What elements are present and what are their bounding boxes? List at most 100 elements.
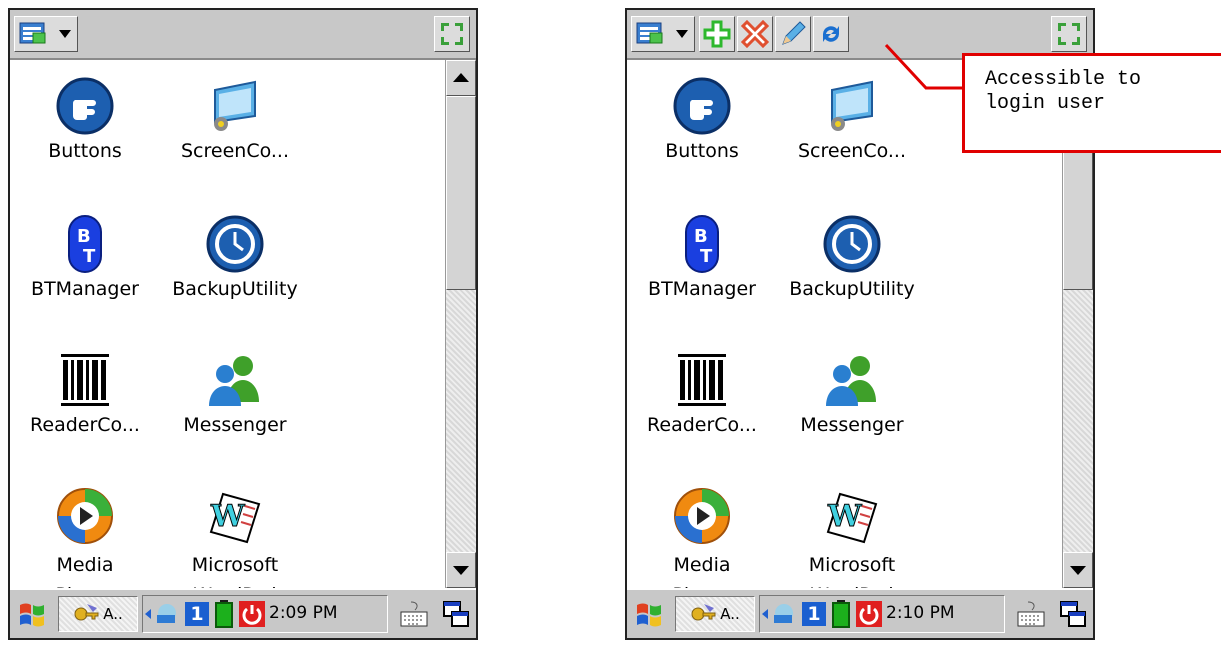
app-label: Buttons: [48, 140, 122, 162]
app-reader-config[interactable]: ReaderCo...: [10, 350, 160, 436]
app-media-player[interactable]: Media Player: [627, 486, 777, 588]
app-wordpad[interactable]: W Microsoft WordPad: [160, 486, 310, 588]
switch-windows-button[interactable]: [438, 596, 474, 632]
start-button[interactable]: [629, 596, 669, 632]
wordpad-icon: W: [822, 486, 882, 546]
start-button[interactable]: [12, 596, 52, 632]
users-icon: [205, 350, 265, 410]
pointing-hand-icon: [672, 76, 732, 136]
maximize-button[interactable]: [1051, 16, 1087, 52]
key-icon: [691, 604, 716, 621]
svg-text:T: T: [700, 246, 713, 267]
app-reader-config[interactable]: ReaderCo...: [627, 350, 777, 436]
network-icon[interactable]: [760, 601, 800, 627]
network-icon[interactable]: [143, 601, 183, 627]
maximize-button[interactable]: [434, 16, 470, 52]
app-label: BackupUtility: [789, 278, 915, 300]
app-btmanager[interactable]: BT BTManager: [627, 214, 777, 300]
list-view-icon: [636, 22, 663, 44]
app-label: Messenger: [800, 414, 904, 436]
app-label: BTManager: [648, 278, 756, 300]
app-label: Microsoft WordPad: [808, 554, 896, 588]
keyboard-icon: [400, 601, 428, 627]
callout-note: Accessible to login user: [962, 53, 1221, 153]
refresh-arrows-icon: [823, 26, 839, 42]
app-backup-utility[interactable]: BackupUtility: [777, 214, 927, 300]
app-label: Media Player: [672, 554, 731, 588]
keyboard-button[interactable]: [1013, 596, 1049, 632]
app-label: ScreenCo...: [181, 140, 289, 162]
input-number-badge[interactable]: 1: [802, 602, 826, 626]
taskbar: A.. 1 2:09 PM: [10, 588, 476, 638]
app-label: Microsoft WordPad: [191, 554, 279, 588]
svg-text:B: B: [694, 226, 708, 247]
pencil-icon: [782, 21, 806, 45]
app-label: BackupUtility: [172, 278, 298, 300]
app-backup-utility[interactable]: BackupUtility: [160, 214, 310, 300]
app-messenger[interactable]: Messenger: [160, 350, 310, 436]
switch-windows-button[interactable]: [1055, 596, 1091, 632]
app-screen-control[interactable]: ScreenCo...: [777, 76, 927, 162]
svg-text:T: T: [83, 246, 96, 267]
users-icon: [822, 350, 882, 410]
app-media-player[interactable]: Media Player: [10, 486, 160, 588]
refresh-button[interactable]: [813, 16, 849, 52]
add-button[interactable]: [699, 16, 735, 52]
app-buttons[interactable]: Buttons: [10, 76, 160, 162]
clock[interactable]: 2:10 PM: [886, 603, 955, 623]
monitor-icon: [205, 76, 265, 136]
app-label: Messenger: [183, 414, 287, 436]
vertical-scrollbar[interactable]: [445, 60, 476, 588]
clock[interactable]: 2:09 PM: [269, 603, 338, 623]
view-menu-button[interactable]: [14, 16, 78, 52]
power-icon[interactable]: [856, 601, 882, 627]
keyboard-icon: [1017, 601, 1045, 627]
power-icon[interactable]: [239, 601, 265, 627]
svg-text:B: B: [77, 226, 91, 247]
edit-button[interactable]: [775, 16, 811, 52]
fullscreen-icon: [1058, 23, 1080, 45]
app-wordpad[interactable]: W Microsoft WordPad: [777, 486, 927, 588]
app-label: ReaderCo...: [647, 414, 757, 436]
task-label: A..: [720, 605, 740, 623]
windows-overlap-icon: [443, 601, 469, 627]
pointing-hand-icon: [55, 76, 115, 136]
scroll-down-button[interactable]: [1063, 552, 1093, 588]
windows-flag-icon: [20, 603, 44, 627]
clock-backup-icon: [205, 214, 265, 274]
app-label: Buttons: [665, 140, 739, 162]
delete-button[interactable]: [737, 16, 773, 52]
barcode-icon: [55, 350, 115, 410]
scroll-thumb[interactable]: [446, 96, 476, 290]
app-messenger[interactable]: Messenger: [777, 350, 927, 436]
plus-icon: [703, 20, 731, 48]
keyboard-button[interactable]: [396, 596, 432, 632]
bluetooth-icon: BT: [55, 214, 115, 274]
battery-icon[interactable]: [832, 600, 850, 628]
clock-backup-icon: [822, 214, 882, 274]
app-screen-control[interactable]: ScreenCo...: [160, 76, 310, 162]
system-tray: 1 2:10 PM: [759, 595, 1005, 633]
task-button-active[interactable]: A..: [675, 596, 755, 632]
app-btmanager[interactable]: BT BTManager: [10, 214, 160, 300]
task-button-active[interactable]: A..: [58, 596, 138, 632]
battery-icon[interactable]: [215, 600, 233, 628]
scroll-up-button[interactable]: [446, 60, 476, 96]
app-label: BTManager: [31, 278, 139, 300]
list-view-icon: [19, 22, 46, 44]
media-play-icon: [672, 486, 732, 546]
view-menu-button[interactable]: [631, 16, 695, 52]
bluetooth-icon: BT: [672, 214, 732, 274]
chevron-down-icon: [676, 30, 688, 38]
toolbar: [10, 10, 476, 60]
task-label: A..: [103, 605, 123, 623]
media-play-icon: [55, 486, 115, 546]
windows-overlap-icon: [1060, 601, 1086, 627]
fullscreen-icon: [441, 23, 463, 45]
input-number-badge[interactable]: 1: [185, 602, 209, 626]
monitor-icon: [822, 76, 882, 136]
app-buttons[interactable]: Buttons: [627, 76, 777, 162]
scroll-down-button[interactable]: [446, 552, 476, 588]
app-label: ReaderCo...: [30, 414, 140, 436]
wordpad-icon: W: [205, 486, 265, 546]
